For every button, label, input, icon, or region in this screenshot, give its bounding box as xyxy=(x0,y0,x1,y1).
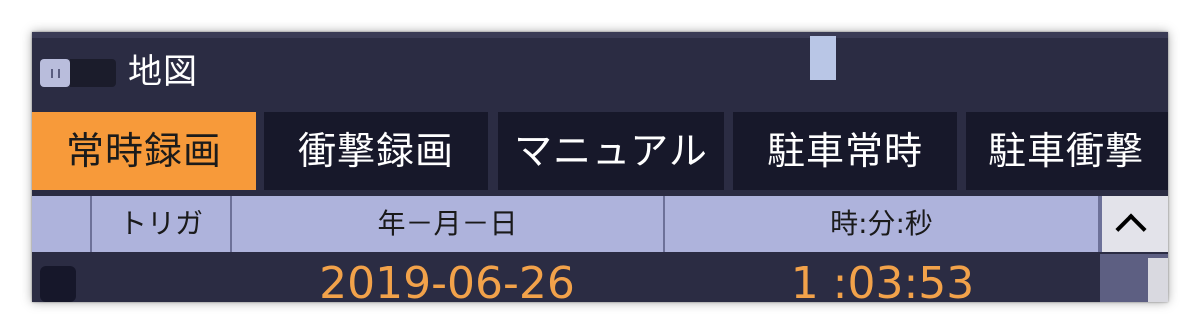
chevron-up-icon xyxy=(1115,213,1147,245)
tab-parking-continuous[interactable]: 駐車常時 xyxy=(733,112,957,190)
toggle-switch-icon xyxy=(40,59,70,87)
table-header: トリガ 年－月－日 時:分:秒 xyxy=(32,196,1168,252)
header-trigger[interactable]: トリガ xyxy=(92,196,232,252)
toggle-track xyxy=(70,59,116,87)
row-checkbox[interactable] xyxy=(40,266,76,302)
tab-impact-recording[interactable]: 衝撃録画 xyxy=(264,112,488,190)
panel-titlebar: 地図 xyxy=(32,38,1168,106)
row-date: 2019-06-26 xyxy=(319,258,575,302)
vertical-scrollbar[interactable] xyxy=(1100,254,1168,302)
cursor-highlight xyxy=(810,36,836,80)
map-toggle-switch[interactable] xyxy=(40,59,116,87)
tab-parking-impact[interactable]: 駐車衝撃 xyxy=(966,112,1168,190)
panel-title: 地図 xyxy=(128,52,198,92)
tab-manual-recording[interactable]: マニュアル xyxy=(498,112,724,190)
map-panel: 地図 常時録画 衝撃録画 マニュアル 駐車常時 駐車衝撃 トリガ 年－月－日 時… xyxy=(32,32,1168,302)
tab-continuous-recording[interactable]: 常時録画 xyxy=(32,112,256,190)
scrollbar-thumb[interactable] xyxy=(1148,258,1168,302)
header-date[interactable]: 年－月－日 xyxy=(232,196,665,252)
sort-button[interactable] xyxy=(1100,196,1168,252)
table-row[interactable]: 2019-06-26 1 :03:53 xyxy=(32,254,1100,302)
recording-tabs: 常時録画 衝撃録画 マニュアル 駐車常時 駐車衝撃 xyxy=(32,112,1168,190)
header-time[interactable]: 時:分:秒 xyxy=(665,196,1100,252)
row-time: 1 :03:53 xyxy=(790,258,975,302)
header-select xyxy=(32,196,92,252)
